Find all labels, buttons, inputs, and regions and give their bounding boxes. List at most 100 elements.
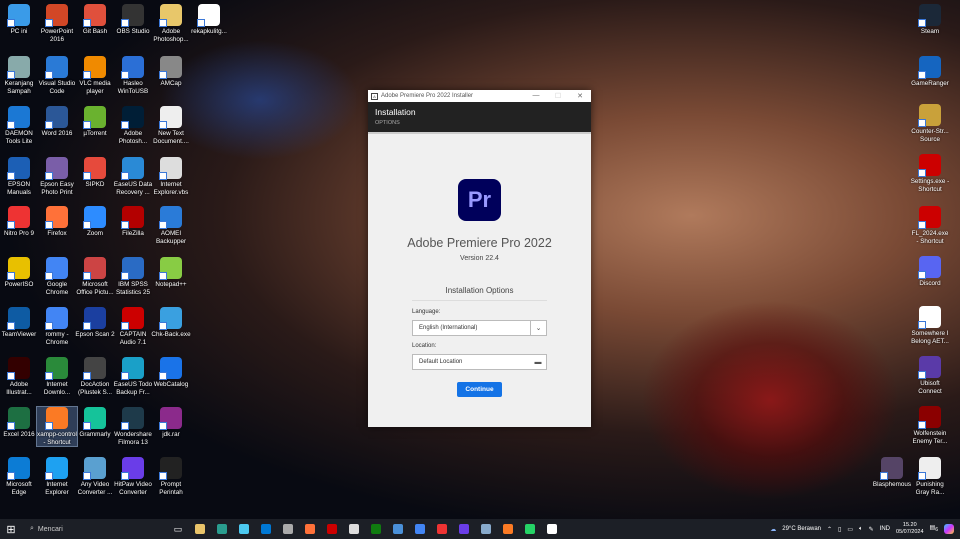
task-view-icon[interactable]: ▭ xyxy=(167,519,189,539)
desktop-icon-daemon-tools-lite[interactable]: DAEMON Tools Lite xyxy=(0,106,39,145)
taskbar-app-13[interactable] xyxy=(475,519,497,539)
desktop-icon-easeus-todo-backup-fr-[interactable]: EaseUS Todo Backup Fr... xyxy=(113,357,153,396)
desktop-icon-internet-downlo-[interactable]: Internet Downlo... xyxy=(37,357,77,396)
desktop-icon-epson-manuals[interactable]: EPSON Manuals xyxy=(0,157,39,196)
desktop-icon-git-bash[interactable]: Git Bash xyxy=(75,4,115,36)
desktop-icon-new-text-document-[interactable]: New Text Document.... xyxy=(151,106,191,145)
clock[interactable]: 15.20 05/07/2024 xyxy=(896,522,924,536)
notification-icon[interactable]: ▤6 xyxy=(930,524,938,533)
taskbar-app-16[interactable] xyxy=(541,519,563,539)
desktop-icon-adobe-photoshop-[interactable]: Adobe Photoshop... xyxy=(151,4,191,43)
desktop-icon-counter-str-source[interactable]: Counter-Str... Source xyxy=(910,104,950,143)
taskbar-app-8[interactable] xyxy=(365,519,387,539)
taskbar-app-5[interactable] xyxy=(299,519,321,539)
desktop-icon-obs-studio[interactable]: OBS Studio xyxy=(113,4,153,36)
desktop-icon-settings-exe-shortcut[interactable]: Settings.exe - Shortcut xyxy=(910,154,950,193)
taskbar-app-1[interactable] xyxy=(211,519,233,539)
desktop-icon-hasleo-wintousb[interactable]: Hasleo WinToUSB xyxy=(113,56,153,95)
desktop-icon-vlc-media-player[interactable]: VLC media player xyxy=(75,56,115,95)
desktop-icon-notepad-[interactable]: Notepad++ xyxy=(151,257,191,289)
desktop-icon-easeus-data-recovery-[interactable]: EaseUS Data Recovery ... xyxy=(113,157,153,196)
desktop-icon-adobe-photosh-[interactable]: Adobe Photosh... xyxy=(113,106,153,145)
desktop-icon-excel-2016[interactable]: Excel 2016 xyxy=(0,407,39,439)
desktop-icon-epson-easy-photo-print[interactable]: Epson Easy Photo Print xyxy=(37,157,77,196)
desktop-icon-chk-back-exe[interactable]: Chk-Back.exe xyxy=(151,307,191,339)
battery-icon[interactable]: ▯ xyxy=(838,526,841,533)
desktop-icon-grammarly[interactable]: Grammarly xyxy=(75,407,115,439)
language-indicator[interactable]: IND xyxy=(880,526,890,532)
close-button[interactable]: ✕ xyxy=(569,92,591,100)
taskbar-app-11[interactable] xyxy=(431,519,453,539)
chevron-up-icon[interactable]: ⌃ xyxy=(827,526,832,533)
desktop-icon-word-2016[interactable]: Word 2016 xyxy=(37,106,77,138)
desktop-icon-hitpaw-video-converter[interactable]: HitPaw Video Converter xyxy=(113,457,153,496)
taskbar-app-14[interactable] xyxy=(497,519,519,539)
desktop-icon-nitro-pro-9[interactable]: Nitro Pro 9 xyxy=(0,206,39,238)
desktop-icon-zoom[interactable]: Zoom xyxy=(75,206,115,238)
desktop-icon-captain-audio-7-1[interactable]: CAPTAIN Audio 7.1 xyxy=(113,307,153,346)
weather-text[interactable]: 29°C Berawan xyxy=(782,526,821,532)
location-field[interactable]: Default Location ▬ xyxy=(412,354,547,370)
desktop-icon-prompt-perintah[interactable]: Prompt Perintah xyxy=(151,457,191,496)
language-select[interactable]: English (International) ⌄ xyxy=(412,320,547,336)
desktop-icon-docaction-plustek-s-[interactable]: DocAction (Plustek S... xyxy=(75,357,115,396)
taskbar-app-12[interactable] xyxy=(453,519,475,539)
desktop-icon-xampp-control-shortcut[interactable]: xampp-control - Shortcut xyxy=(36,406,78,447)
desktop-icon-rommy-chrome[interactable]: rommy - Chrome xyxy=(37,307,77,346)
desktop-icon-wolfenstein-enemy-ter-[interactable]: Wolfenstein Enemy Ter... xyxy=(910,406,950,445)
desktop-icon-amcap[interactable]: AMCap xyxy=(151,56,191,88)
desktop-icon-epson-scan-2[interactable]: Epson Scan 2 xyxy=(75,307,115,339)
desktop-icon-ubisoft-connect[interactable]: Ubisoft Connect xyxy=(910,356,950,395)
taskbar-app-3[interactable] xyxy=(255,519,277,539)
desktop-icon-microsoft-office-pictu-[interactable]: Microsoft Office Pictu... xyxy=(75,257,115,296)
desktop-icon-aomei-backupper[interactable]: AOMEI Backupper xyxy=(151,206,191,245)
desktop-icon-jdk-rar[interactable]: jdk.rar xyxy=(151,407,191,439)
desktop-icon-any-video-converter-[interactable]: Any Video Converter ... xyxy=(75,457,115,496)
desktop-icon-steam[interactable]: Steam xyxy=(910,4,950,36)
title-bar[interactable]: A Adobe Premiere Pro 2022 Installer — ☐ … xyxy=(368,90,591,102)
desktop-icon-wondershare-filmora-13[interactable]: Wondershare Filmora 13 xyxy=(113,407,153,446)
desktop-icon-filezilla[interactable]: FileZilla xyxy=(113,206,153,238)
continue-button[interactable]: Continue xyxy=(457,382,502,397)
desktop-icon-somewhere-i-belong-aet-[interactable]: Somewhere I Belong AET... xyxy=(910,306,950,345)
taskbar-app-2[interactable] xyxy=(233,519,255,539)
desktop-icon-webcatalog[interactable]: WebCatalog xyxy=(151,357,191,389)
desktop-icon-sipkd[interactable]: SIPKD xyxy=(75,157,115,189)
desktop-icon-google-chrome[interactable]: Google Chrome xyxy=(37,257,77,296)
folder-icon[interactable]: ▬ xyxy=(530,355,546,369)
desktop-icon-visual-studio-code[interactable]: Visual Studio Code xyxy=(37,56,77,95)
desktop-icon-microsoft-edge[interactable]: Microsoft Edge xyxy=(0,457,39,496)
desktop-icon-adobe-illustrat-[interactable]: Adobe Illustrat... xyxy=(0,357,39,396)
taskbar-app-4[interactable] xyxy=(277,519,299,539)
chevron-down-icon[interactable]: ⌄ xyxy=(530,321,546,335)
maximize-button[interactable]: ☐ xyxy=(547,92,569,100)
taskbar-app-6[interactable] xyxy=(321,519,343,539)
start-button[interactable]: ⊞ xyxy=(0,519,22,539)
copilot-icon[interactable] xyxy=(944,524,954,534)
desktop-icon-blasphemous[interactable]: Blasphemous xyxy=(872,457,912,489)
desktop-icon-keranjang-sampah[interactable]: Keranjang Sampah xyxy=(0,56,39,95)
taskbar-app-15[interactable] xyxy=(519,519,541,539)
desktop-icon-internet-explorer[interactable]: Internet Explorer xyxy=(37,457,77,496)
taskbar-app-9[interactable] xyxy=(387,519,409,539)
desktop-icon-gameranger[interactable]: GameRanger xyxy=(910,56,950,88)
taskbar-app-7[interactable] xyxy=(343,519,365,539)
desktop-icon-punishing-gray-ra-[interactable]: Punishing Gray Ra... xyxy=(910,457,950,496)
desktop-icon-powerpoint-2016[interactable]: PowerPoint 2016 xyxy=(37,4,77,43)
desktop-icon-internet-explorer-vbs[interactable]: Internet Explorer.vbs xyxy=(151,157,191,196)
search-box[interactable]: ⌕ Mencari xyxy=(22,519,167,539)
volume-icon[interactable]: 🔈︎ xyxy=(859,526,863,533)
pen-icon[interactable]: ✎ xyxy=(869,526,874,533)
desktop-icon--torrent[interactable]: µTorrent xyxy=(75,106,115,138)
desktop-icon-discord[interactable]: Discord xyxy=(910,256,950,288)
network-icon[interactable]: ▭ xyxy=(847,526,853,533)
desktop-icon-rekapkulitg-[interactable]: rekapkulitg... xyxy=(189,4,229,36)
taskbar-app-0[interactable] xyxy=(189,519,211,539)
desktop-icon-fl-2024-exe-shortcut[interactable]: FL_2024.exe - Shortcut xyxy=(910,206,950,245)
taskbar-app-10[interactable] xyxy=(409,519,431,539)
minimize-button[interactable]: — xyxy=(525,92,547,100)
desktop-icon-pc-ini[interactable]: PC ini xyxy=(0,4,39,36)
desktop-icon-teamviewer[interactable]: TeamViewer xyxy=(0,307,39,339)
desktop-icon-ibm-spss-statistics-25[interactable]: IBM SPSS Statistics 25 xyxy=(113,257,153,296)
desktop-icon-poweriso[interactable]: PowerISO xyxy=(0,257,39,289)
